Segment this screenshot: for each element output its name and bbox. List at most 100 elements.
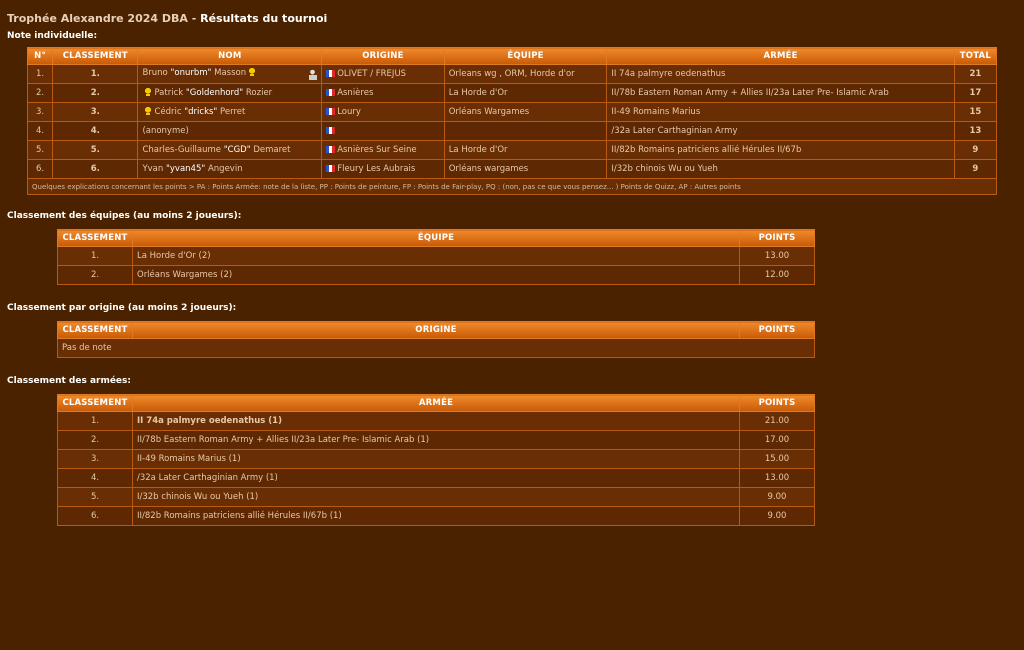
row-rank: 2. xyxy=(57,430,133,450)
player-name[interactable]: Patrick "Goldenhord" Rozier xyxy=(137,83,323,103)
empty-message: Pas de note xyxy=(57,338,815,358)
origin-label: Loury xyxy=(337,107,361,117)
row-number: 4. xyxy=(26,121,54,141)
header-rank[interactable]: Classement xyxy=(57,394,133,412)
player-name[interactable]: Yvan "yvan45" Angevin xyxy=(137,159,323,179)
player-origin: Loury xyxy=(321,102,445,122)
origins-header-row: Classement Origine Points xyxy=(57,321,815,339)
row-points: 13.00 xyxy=(739,246,815,266)
header-team[interactable]: Équipe xyxy=(132,229,740,247)
points-explanation: Quelques explications concernant les poi… xyxy=(27,178,997,195)
page: Trophée Alexandre 2024 DBA - Résultats d… xyxy=(0,0,1024,534)
table-row: 2. 2. Patrick "Goldenhord" Rozier Asnières L… xyxy=(26,83,998,103)
player-army: /32a Later Carthaginian Army xyxy=(606,121,955,141)
teams-header-row: Classement Équipe Points xyxy=(57,229,815,247)
row-rank: 5. xyxy=(57,487,133,507)
player-name[interactable]: (anonyme) xyxy=(137,121,323,141)
row-points: 13.00 xyxy=(739,468,815,488)
row-rank: 1. xyxy=(52,64,139,84)
player-team: Orleans wg , ORM, Horde d'or xyxy=(443,64,608,84)
player-army: II/82b Romains patriciens allié Hérules … xyxy=(606,140,955,160)
flag-icon xyxy=(326,108,336,115)
header-number[interactable]: N° xyxy=(26,47,54,65)
player-team: La Horde d'Or xyxy=(443,83,608,103)
header-army[interactable]: Armée xyxy=(606,47,955,65)
player-army: I/32b chinois Wu ou Yueh xyxy=(606,159,955,179)
origin-label: OLIVET / FREJUS xyxy=(337,69,407,79)
row-rank: 3. xyxy=(57,449,133,469)
player-first-name: Cédric xyxy=(154,107,185,117)
player-nickname: "Goldenhord" xyxy=(185,88,244,98)
player-army: II-49 Romains Marius xyxy=(606,102,955,122)
header-total[interactable]: Total xyxy=(953,47,998,65)
teams-table: Classement Équipe Points 1. La Horde d'Or… xyxy=(57,229,815,285)
table-row: 1. 1. Bruno "onurbm" Masson OLIVET / FREJUS… xyxy=(26,64,998,84)
header-rank[interactable]: Classement xyxy=(52,47,139,65)
origins-table: Classement Origine Points Pas de note xyxy=(57,321,815,358)
trophy-icon xyxy=(144,107,153,115)
header-points[interactable]: Points xyxy=(739,321,815,339)
header-team[interactable]: Équipe xyxy=(443,47,608,65)
row-points: 17.00 xyxy=(739,430,815,450)
flag-icon xyxy=(326,146,336,153)
title-main: Trophée Alexandre 2024 DBA xyxy=(7,12,188,25)
player-nickname: "dricks" xyxy=(184,107,218,117)
table-row: 2. II/78b Eastern Roman Army + Allies II/… xyxy=(57,430,815,450)
header-army[interactable]: Armée xyxy=(132,394,740,412)
header-rank[interactable]: Classement xyxy=(57,321,133,339)
individual-table: N° Classement Nom Origine Équipe Armée T… xyxy=(26,47,998,195)
header-points[interactable]: Points xyxy=(739,394,815,412)
header-origin[interactable]: Origine xyxy=(321,47,445,65)
table-row: Pas de note xyxy=(57,338,815,358)
row-number: 3. xyxy=(26,102,54,122)
flag-icon xyxy=(326,127,336,134)
player-team: Orléans wargames xyxy=(443,159,608,179)
player-name[interactable]: Bruno "onurbm" Masson xyxy=(137,64,323,84)
origins-section-title: Classement par origine (au moins 2 joueu… xyxy=(7,303,237,313)
player-origin: OLIVET / FREJUS xyxy=(321,64,445,84)
player-last-name: Demaret xyxy=(250,145,291,155)
row-points: 12.00 xyxy=(739,265,815,285)
player-total: 15 xyxy=(953,102,998,122)
row-points: 9.00 xyxy=(739,487,815,507)
player-total: 21 xyxy=(953,64,998,84)
row-rank: 1. xyxy=(57,246,133,266)
origin-label: Asnières xyxy=(337,88,374,98)
table-row: 5. I/32b chinois Wu ou Yueh (1) 9.00 xyxy=(57,487,815,507)
player-last-name: Perret xyxy=(217,107,246,117)
header-points[interactable]: Points xyxy=(739,229,815,247)
player-origin: Fleury Les Aubrais xyxy=(321,159,445,179)
player-icon xyxy=(308,69,318,80)
player-total: 13 xyxy=(953,121,998,141)
table-row: 1. II 74a palmyre oedenathus (1) 21.00 xyxy=(57,411,815,431)
table-row: 6. II/82b Romains patriciens allié Hérule… xyxy=(57,506,815,526)
player-last-name: Angevin xyxy=(205,164,243,174)
row-rank: 5. xyxy=(52,140,139,160)
row-name: II 74a palmyre oedenathus (1) xyxy=(132,411,740,431)
header-origin[interactable]: Origine xyxy=(132,321,740,339)
title-separator: - xyxy=(187,12,201,25)
row-name: II-49 Romains Marius (1) xyxy=(132,449,740,469)
individual-header-row: N° Classement Nom Origine Équipe Armée T… xyxy=(26,47,998,65)
title-sub: Résultats du tournoi xyxy=(200,12,328,25)
player-first-name: Yvan xyxy=(142,164,166,174)
header-name[interactable]: Nom xyxy=(137,47,323,65)
row-rank: 2. xyxy=(52,83,139,103)
flag-icon xyxy=(326,165,336,172)
player-origin: Asnières Sur Seine xyxy=(321,140,445,160)
player-last-name: Rozier xyxy=(243,88,273,98)
row-rank: 4. xyxy=(57,468,133,488)
row-number: 6. xyxy=(26,159,54,179)
row-rank: 4. xyxy=(52,121,139,141)
header-rank[interactable]: Classement xyxy=(57,229,133,247)
player-name[interactable]: Cédric "dricks" Perret xyxy=(137,102,323,122)
player-name[interactable]: Charles-Guillaume "CGD" Demaret xyxy=(137,140,323,160)
player-last-name: Masson xyxy=(211,68,247,78)
table-row: 2. Orléans Wargames (2) 12.00 xyxy=(57,265,815,285)
footnote-row: Quelques explications concernant les poi… xyxy=(27,178,997,195)
player-team xyxy=(443,121,608,141)
flag-icon xyxy=(326,89,336,96)
row-name: Orléans Wargames (2) xyxy=(132,265,740,285)
table-row: 6. 6. Yvan "yvan45" Angevin Fleury Les Aubr… xyxy=(26,159,998,179)
row-number: 2. xyxy=(26,83,54,103)
